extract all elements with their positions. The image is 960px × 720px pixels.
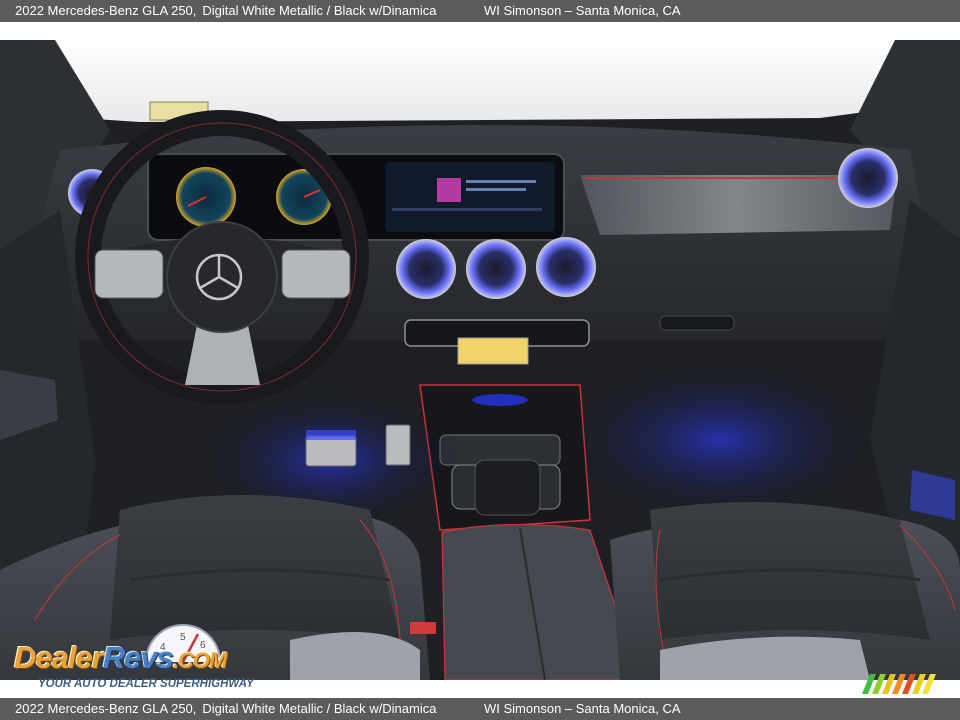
caption-bar-bottom: 2022 Mercedes-Benz GLA 250, Digital White… — [0, 698, 960, 720]
dealerrevs-tagline: YOUR AUTO DEALER SUPERHIGHWAY — [38, 678, 254, 690]
caption-bar-top: 2022 Mercedes-Benz GLA 250, Digital White… — [0, 0, 960, 22]
caption-vehicle-bottom: 2022 Mercedes-Benz GLA 250, Digital White… — [15, 701, 437, 716]
brake-pedal — [305, 435, 357, 467]
glovebox-handle — [659, 315, 735, 331]
dealerrevs-watermark: 4 5 6 DealerRevs.COM YOUR AUTO DEALER SU… — [12, 624, 272, 696]
seatbelt-buckle — [410, 622, 436, 634]
air-vent-center-3 — [536, 237, 596, 297]
interior-illustration — [0, 40, 960, 680]
interior-photo — [0, 40, 960, 680]
warning-sticker — [457, 337, 529, 365]
air-vent-right — [838, 148, 898, 208]
caption-dealer: WI Simonson – Santa Monica, CA — [484, 3, 681, 18]
caption-dealer-bottom: WI Simonson – Santa Monica, CA — [484, 701, 681, 716]
passenger-footwell-lighting — [560, 360, 880, 520]
stripes-logo-icon — [862, 674, 936, 694]
infotainment-display — [385, 162, 555, 232]
dealerrevs-logo-text: DealerRevs.COM — [14, 640, 227, 675]
album-art — [437, 178, 461, 202]
air-vent-center-2 — [466, 239, 526, 299]
passenger-seat — [610, 502, 960, 680]
caption-vehicle: 2022 Mercedes-Benz GLA 250, Digital White… — [15, 3, 437, 18]
air-vent-center-1 — [396, 239, 456, 299]
accelerator-pedal — [385, 424, 411, 466]
